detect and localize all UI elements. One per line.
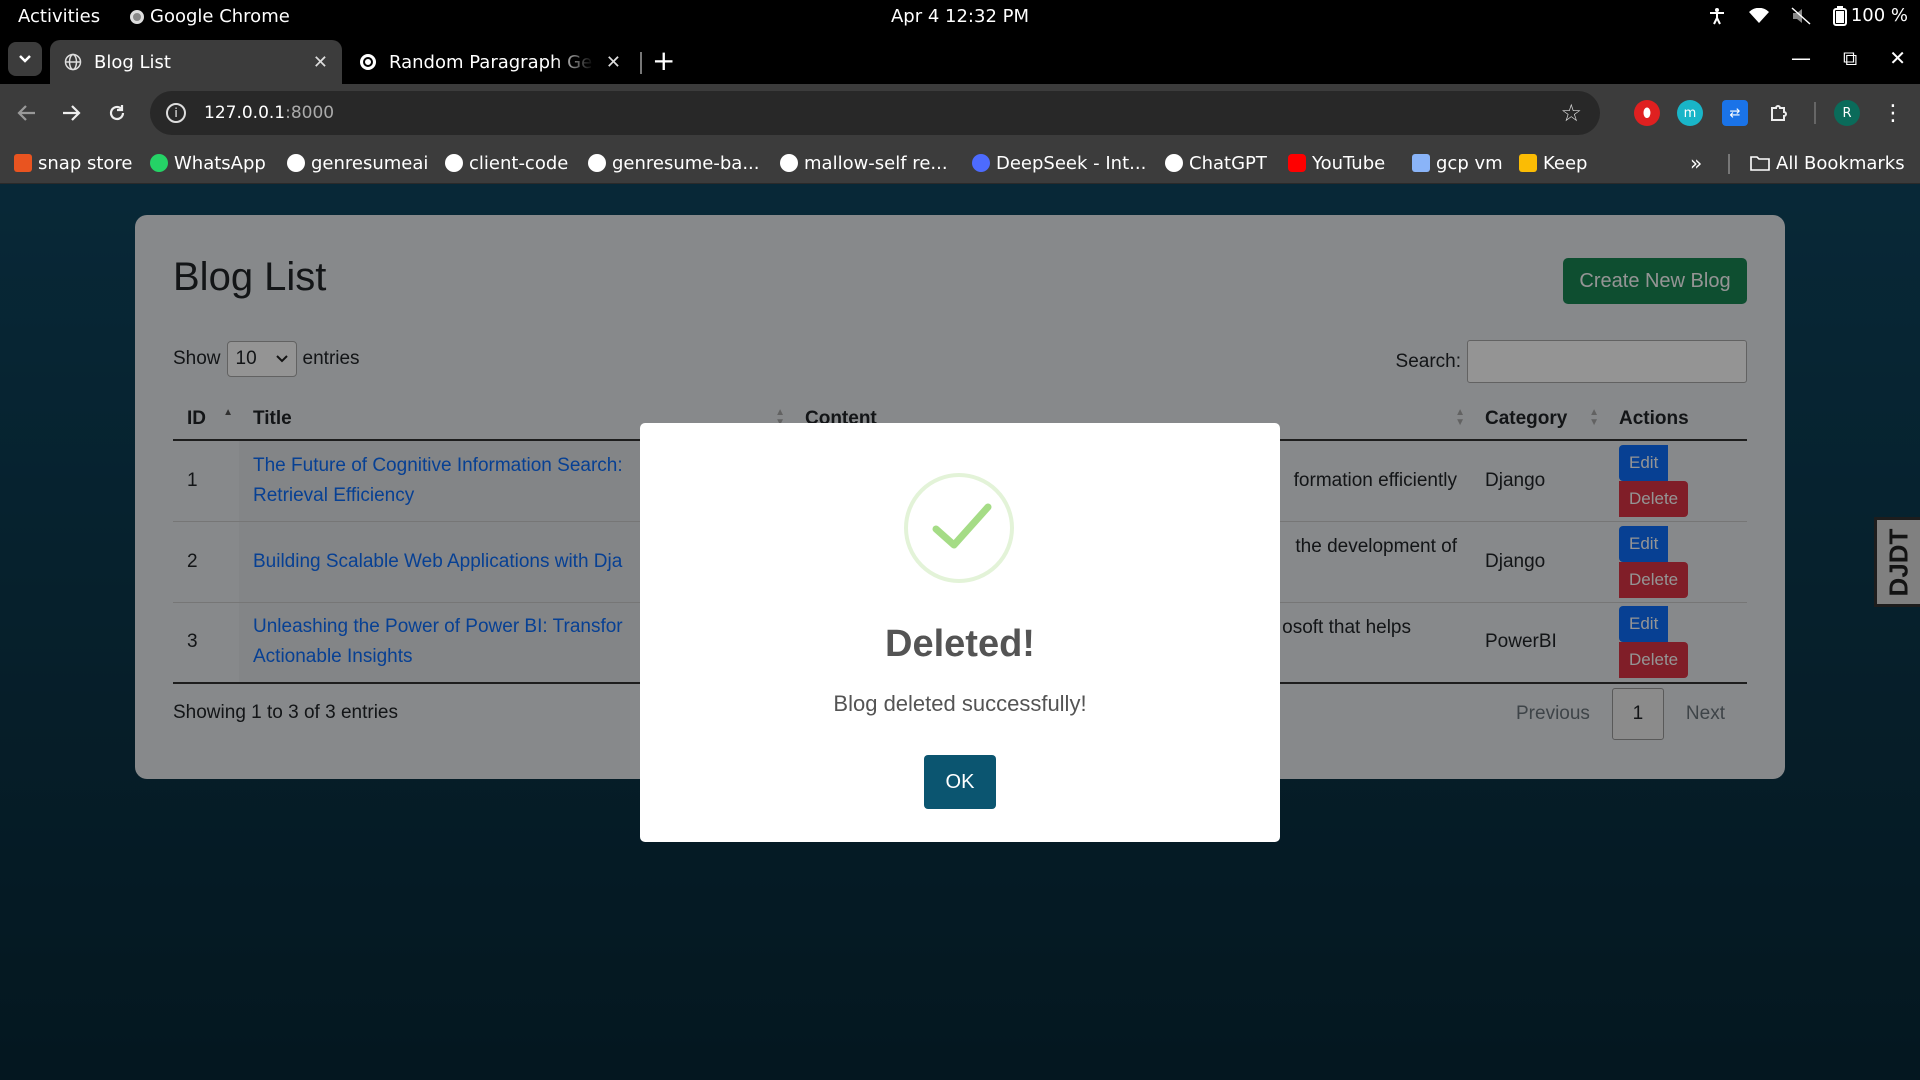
os-top-bar: Activities Google Chrome Apr 4 12:32 PM … — [0, 0, 1920, 34]
success-dialog: Deleted! Blog deleted successfully! OK — [640, 423, 1280, 842]
globe-icon — [64, 53, 82, 71]
extension-red-icon[interactable]: ⬮ — [1634, 100, 1660, 126]
forward-button[interactable] — [56, 98, 86, 128]
tab-search-button[interactable] — [8, 42, 42, 76]
site-info-icon[interactable]: i — [166, 103, 186, 123]
address-bar[interactable]: i 127.0.0.1:8000 ☆ — [150, 91, 1600, 135]
dialog-message: Blog deleted successfully! — [833, 691, 1087, 716]
tab-title: Blog List — [94, 51, 171, 73]
bookmarks-bar: snap store WhatsApp genresumeai client-c… — [0, 142, 1920, 184]
bookmark-genresumeai[interactable]: genresumeai — [287, 150, 428, 176]
chevron-down-icon — [19, 55, 31, 63]
app-menu[interactable]: Google Chrome — [130, 6, 290, 27]
window-controls: — ⧉ ✕ — [1791, 46, 1906, 70]
bookmark-mallow-self[interactable]: mallow-self re... — [780, 150, 948, 176]
battery-icon — [1832, 5, 1847, 26]
profile-avatar[interactable]: R — [1834, 100, 1860, 126]
folder-icon — [1750, 156, 1770, 171]
app-name: Google Chrome — [150, 6, 290, 27]
github-icon — [780, 154, 798, 172]
all-bookmarks-button[interactable]: All Bookmarks — [1750, 150, 1905, 176]
tab-title: Random Paragraph Gene — [389, 51, 594, 73]
whatsapp-icon — [150, 154, 168, 172]
system-tray[interactable]: 100 % — [1707, 5, 1908, 26]
bookmark-keep[interactable]: Keep — [1519, 150, 1587, 176]
checkmark-icon — [932, 503, 992, 549]
arrow-left-icon — [17, 105, 35, 121]
bookmark-client-code[interactable]: client-code — [445, 150, 568, 176]
github-icon — [588, 154, 606, 172]
battery-percent: 100 % — [1850, 5, 1908, 26]
url-port: :8000 — [285, 103, 335, 123]
bookmark-whatsapp[interactable]: WhatsApp — [150, 150, 266, 176]
github-icon — [445, 154, 463, 172]
tab-separator — [640, 52, 642, 74]
url-host: 127.0.0.1 — [204, 103, 286, 123]
back-button[interactable] — [12, 98, 42, 128]
bookmark-chatgpt[interactable]: ChatGPT — [1165, 150, 1267, 176]
chatgpt-icon — [360, 54, 376, 70]
bookmarks-separator — [1728, 154, 1730, 174]
browser-toolbar: i 127.0.0.1:8000 ☆ ⬮ m ⇄ R ⋮ — [0, 84, 1920, 142]
reload-button[interactable] — [102, 98, 132, 128]
volume-muted-icon[interactable] — [1791, 6, 1811, 26]
new-tab-button[interactable]: + — [652, 44, 675, 77]
battery-indicator[interactable]: 100 % — [1832, 5, 1908, 26]
ok-button[interactable]: OK — [924, 755, 996, 809]
tab-strip: Blog List ✕ Random Paragraph Gene ✕ + — … — [0, 34, 1920, 84]
tab-blog-list[interactable]: Blog List ✕ — [50, 40, 342, 84]
keep-icon — [1519, 154, 1537, 172]
deepseek-icon — [972, 154, 990, 172]
bookmark-youtube[interactable]: YouTube — [1288, 150, 1385, 176]
close-tab-icon[interactable]: ✕ — [606, 52, 621, 73]
minimize-icon[interactable]: — — [1791, 46, 1811, 70]
extensions-puzzle-icon[interactable] — [1766, 100, 1792, 126]
chatgpt-icon — [1165, 154, 1183, 172]
bookmark-snap-store[interactable]: snap store — [14, 150, 133, 176]
close-window-icon[interactable]: ✕ — [1889, 46, 1906, 70]
snap-icon — [14, 154, 32, 172]
accessibility-icon[interactable] — [1707, 6, 1727, 26]
arrow-right-icon — [63, 105, 81, 121]
gcp-icon — [1412, 154, 1430, 172]
bookmark-deepseek[interactable]: DeepSeek - Int... — [972, 150, 1146, 176]
youtube-icon — [1288, 154, 1306, 172]
extension-translate-icon[interactable]: ⇄ — [1722, 100, 1748, 126]
restore-icon[interactable]: ⧉ — [1843, 46, 1857, 70]
close-tab-icon[interactable]: ✕ — [313, 52, 328, 73]
bookmark-gcp-vm[interactable]: gcp vm — [1412, 150, 1503, 176]
wifi-icon[interactable] — [1748, 6, 1769, 26]
more-bookmarks-button[interactable]: » — [1690, 150, 1702, 176]
chrome-menu-icon[interactable]: ⋮ — [1880, 100, 1906, 126]
chrome-icon — [130, 9, 144, 24]
activities-button[interactable]: Activities — [18, 6, 100, 27]
bookmark-star-icon[interactable]: ☆ — [1560, 99, 1582, 127]
toolbar-separator — [1814, 102, 1816, 124]
bookmark-genresume-ba[interactable]: genresume-ba... — [588, 150, 760, 176]
github-icon — [287, 154, 305, 172]
reload-icon — [109, 105, 125, 121]
extension-m-icon[interactable]: m — [1677, 100, 1703, 126]
dialog-title: Deleted! — [885, 623, 1035, 665]
tab-random-paragraph[interactable]: Random Paragraph Gene ✕ — [345, 40, 635, 84]
